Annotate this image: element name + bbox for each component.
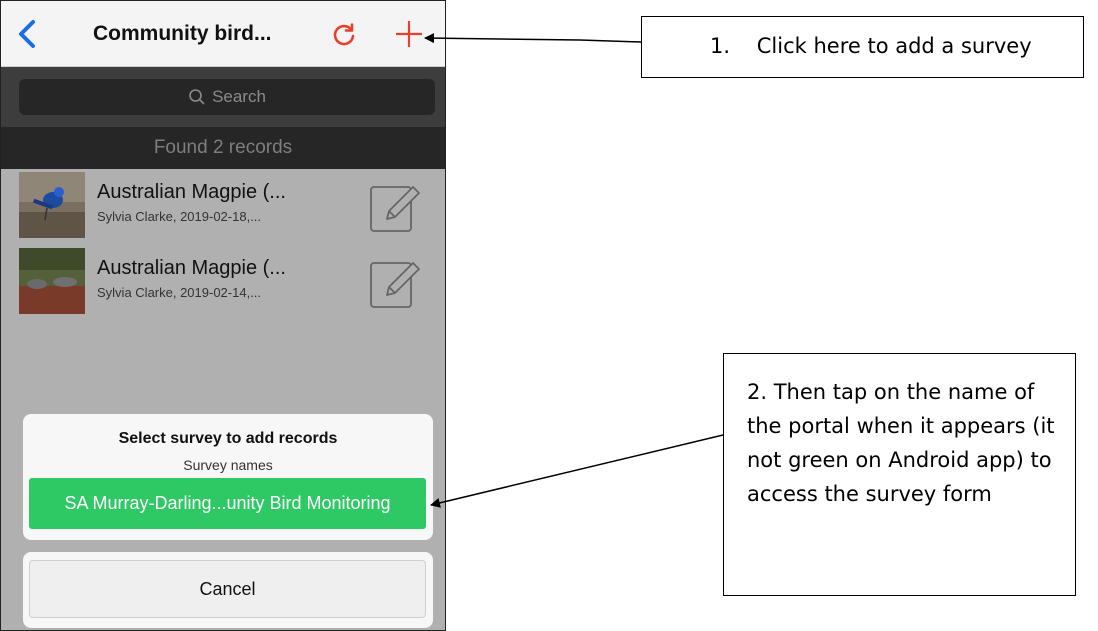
arrow-to-add-button <box>424 33 642 44</box>
arrow-to-survey-button <box>430 434 724 508</box>
annotation-arrows <box>424 33 724 508</box>
